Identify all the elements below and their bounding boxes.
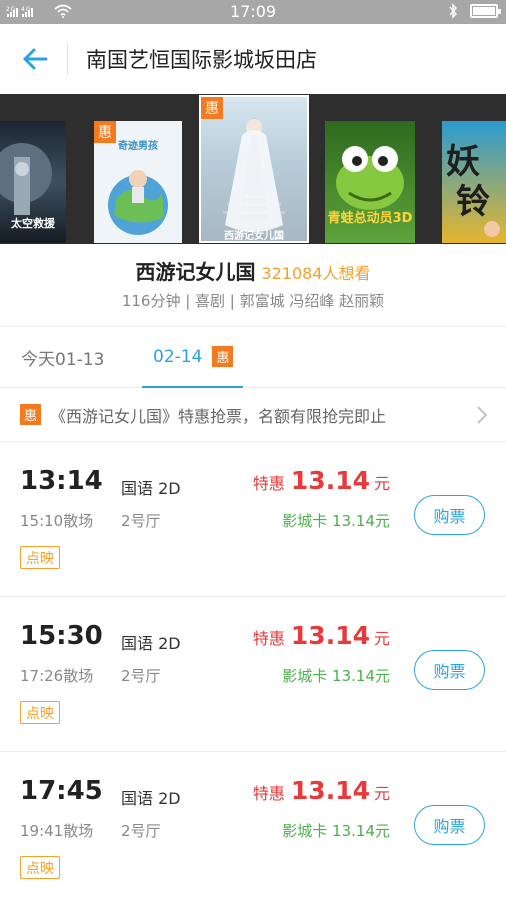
language-format: 国语 2D (121, 634, 181, 653)
back-button[interactable] (18, 42, 52, 76)
poster-title: 青蛙总动员3D (327, 211, 413, 226)
hall-name: 2号厅 (121, 512, 161, 530)
language-format: 国语 2D (121, 789, 181, 808)
special-price: 特惠 13.14 元 (253, 466, 390, 495)
end-time: 15:10散场 (20, 512, 94, 530)
price-label: 特惠 (252, 784, 285, 803)
movie-info: 西游记女儿国 321084人想看 116分钟 | 喜剧 | 郭富城 冯绍峰 赵丽颖 (0, 244, 506, 326)
tab-label: 今天01-13 (21, 350, 105, 370)
deal-badge: 惠 (20, 404, 41, 425)
showtime-row: 17:45 国语 2D 19:41散场 2号厅 特惠 13.14 元 影城卡 13.… (0, 752, 506, 900)
poster-art: 妖 铃 (446, 142, 500, 237)
tab-label: 02-14 (153, 346, 203, 367)
poster-carousel[interactable]: 太空救援 奇迹男孩 惠 西游记女儿国 惠 青蛙总动员3D 妖 铃 (0, 94, 506, 244)
start-time: 15:30 (20, 621, 103, 651)
start-time: 13:14 (20, 466, 103, 496)
poster-item[interactable]: 青蛙总动员3D (325, 121, 415, 243)
card-price: 影城卡 13.14元 (282, 667, 390, 685)
poster-item[interactable]: 奇迹男孩 惠 (94, 121, 182, 243)
preview-tag: 点映 (20, 856, 60, 879)
movie-title: 西游记女儿国 (135, 260, 256, 284)
app-header: 南国艺恒国际影城坂田店 (0, 24, 506, 94)
poster-title: 太空救援 (11, 217, 55, 230)
poster-title: 西游记女儿国 (224, 231, 284, 242)
promo-banner[interactable]: 惠 《西游记女儿国》特惠抢票，名额有限抢完即止 (0, 388, 506, 442)
deal-badge: 惠 (201, 97, 223, 119)
price-label: 特惠 (252, 629, 285, 648)
date-tabs: 今天01-13 02-14 惠 (0, 326, 506, 388)
price-label: 特惠 (252, 474, 285, 493)
status-time: 17:09 (229, 2, 277, 21)
price-unit: 元 (373, 629, 390, 648)
poster-item[interactable]: 太空救援 (0, 121, 66, 243)
special-price: 特惠 13.14 元 (253, 776, 390, 805)
preview-tag: 点映 (20, 546, 60, 569)
preview-tag: 点映 (20, 701, 60, 724)
header-divider (67, 43, 68, 75)
card-price: 影城卡 13.14元 (282, 512, 390, 530)
svg-text:铃: 铃 (456, 182, 490, 222)
end-time: 19:41散场 (20, 822, 94, 840)
price-value: 13.14 (290, 776, 370, 805)
chevron-right-icon (477, 406, 488, 424)
battery-icon (470, 4, 501, 18)
showtime-row: 15:30 国语 2D 17:26散场 2号厅 特惠 13.14 元 影城卡 13.… (0, 597, 506, 752)
buy-ticket-button[interactable]: 购票 (414, 650, 485, 690)
movie-meta: 116分钟 | 喜剧 | 郭富城 冯绍峰 赵丽颖 (121, 292, 385, 310)
end-time: 17:26散场 (20, 667, 94, 685)
start-time: 17:45 (20, 776, 103, 806)
price-unit: 元 (373, 784, 390, 803)
hall-name: 2号厅 (121, 667, 161, 685)
special-price: 特惠 13.14 元 (253, 621, 390, 650)
tab-today[interactable]: 今天01-13 (21, 327, 104, 388)
svg-text:妖: 妖 (446, 142, 480, 182)
showtime-row: 13:14 国语 2D 15:10散场 2号厅 特惠 13.14 元 影城卡 13.… (0, 442, 506, 597)
status-bar: 2G 4G 17:09 (0, 0, 506, 24)
card-price: 影城卡 13.14元 (282, 822, 390, 840)
price-value: 13.14 (290, 621, 370, 650)
promo-text: 《西游记女儿国》特惠抢票，名额有限抢完即止 (50, 407, 387, 426)
price-value: 13.14 (290, 466, 370, 495)
poster-item[interactable]: 妖 铃 (442, 121, 506, 243)
bluetooth-icon (449, 3, 457, 19)
tab-0214[interactable]: 02-14 惠 (142, 327, 243, 388)
hall-name: 2号厅 (121, 822, 161, 840)
back-arrow-icon (23, 48, 48, 70)
buy-ticket-button[interactable]: 购票 (414, 805, 485, 845)
want-count: 321084人想看 (261, 264, 371, 283)
poster-item-selected[interactable]: 西游记女儿国 惠 (199, 95, 309, 243)
buy-ticket-button[interactable]: 购票 (414, 495, 485, 535)
price-unit: 元 (373, 474, 390, 493)
deal-badge: 惠 (94, 121, 116, 143)
deal-badge: 惠 (212, 346, 234, 367)
language-format: 国语 2D (121, 479, 181, 498)
cinema-title: 南国艺恒国际影城坂田店 (86, 48, 317, 72)
